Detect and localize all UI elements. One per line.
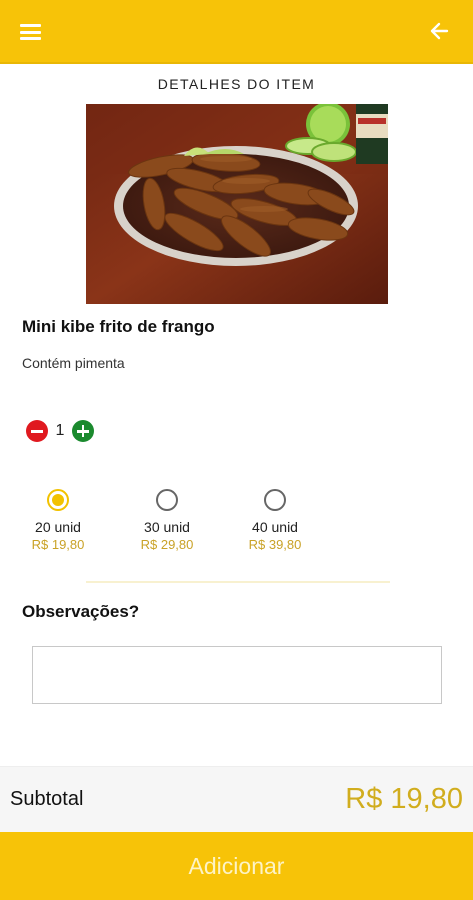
add-to-cart-button[interactable]: Adicionar: [0, 832, 473, 900]
radio-button[interactable]: [264, 489, 286, 511]
option-price: R$ 19,80: [31, 537, 85, 552]
item-description: Contém pimenta: [22, 355, 125, 371]
quantity-value: 1: [55, 422, 65, 439]
option-price: R$ 29,80: [140, 537, 194, 552]
option-label: 20 unid: [35, 519, 81, 535]
item-photo: [86, 104, 388, 304]
arrow-left-icon[interactable]: [427, 19, 451, 43]
subtotal-label: Subtotal: [10, 788, 84, 810]
item-name: Mini kibe frito de frango: [22, 317, 215, 336]
plus-circle-icon[interactable]: [72, 420, 94, 442]
subtotal-bar: Subtotal R$ 19,80: [0, 766, 473, 832]
page-title: DETALHES DO ITEM: [157, 76, 316, 92]
quantity-stepper: 1: [26, 420, 94, 442]
radio-button-selected[interactable]: [47, 489, 69, 511]
notes-input[interactable]: [32, 646, 442, 704]
option-label: 30 unid: [144, 519, 190, 535]
hamburger-menu-icon[interactable]: [20, 24, 41, 40]
app-header: [0, 0, 473, 64]
option-label: 40 unid: [252, 519, 298, 535]
option-30-unid[interactable]: 30 unid R$ 29,80: [112, 487, 222, 552]
option-20-unid[interactable]: 20 unid R$ 19,80: [3, 487, 113, 552]
option-price: R$ 39,80: [248, 537, 302, 552]
subtotal-value: R$ 19,80: [345, 783, 463, 815]
notes-title: Observações?: [22, 602, 140, 621]
divider: [86, 581, 390, 583]
radio-button[interactable]: [156, 489, 178, 511]
option-40-unid[interactable]: 40 unid R$ 39,80: [220, 487, 330, 552]
minus-circle-icon[interactable]: [26, 420, 48, 442]
